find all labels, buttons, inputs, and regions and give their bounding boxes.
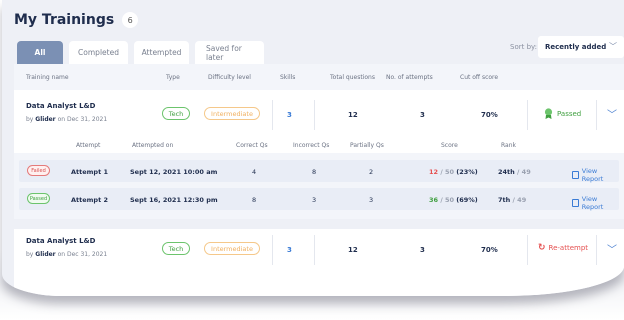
tab-attempted[interactable]: Attempted bbox=[134, 41, 189, 64]
rank: 24th / 49 bbox=[498, 168, 531, 176]
difficulty-badge: Intermediate bbox=[204, 107, 260, 120]
col-partial: Partially Qs bbox=[350, 142, 384, 149]
document-icon bbox=[572, 199, 579, 207]
status-badge: Passed bbox=[27, 193, 50, 204]
divider bbox=[272, 235, 273, 265]
attempted-on: Sept 12, 2021 10:00 am bbox=[130, 168, 218, 176]
col-skills: Skills bbox=[280, 74, 296, 81]
col-attempt: Attempt bbox=[76, 142, 101, 149]
divider bbox=[527, 235, 528, 265]
training-name: Data Analyst L&D bbox=[26, 102, 96, 110]
table-row[interactable]: Data Analyst L&D by Glider on Dec 31, 20… bbox=[14, 94, 624, 134]
tab-bar: All Completed Attempted Saved for later bbox=[17, 41, 264, 64]
col-rank: Rank bbox=[501, 142, 516, 149]
col-correct: Correct Qs bbox=[236, 142, 268, 149]
divider bbox=[272, 100, 273, 130]
sort-label: Sort by: bbox=[510, 43, 538, 51]
col-difficulty: Difficulty level bbox=[208, 74, 251, 81]
skills-count[interactable]: 3 bbox=[287, 111, 292, 119]
trainings-card: My Trainings 6 All Completed Attempted S… bbox=[2, 0, 624, 296]
attempt-label: Attempt 1 bbox=[71, 168, 108, 176]
type-badge: Tech bbox=[162, 107, 190, 120]
training-author: by Glider on Dec 31, 2021 bbox=[26, 116, 108, 123]
cutoff-score: 70% bbox=[481, 111, 498, 119]
view-report-link[interactable]: View Report bbox=[572, 167, 619, 183]
attempted-on: Sept 16, 2021 12:30 pm bbox=[130, 196, 218, 204]
table-header: Training name Type Difficulty level Skil… bbox=[14, 64, 624, 90]
total-questions: 12 bbox=[348, 246, 358, 254]
sort-dropdown[interactable]: Recently added ﹀ bbox=[538, 36, 624, 58]
incorrect-count: 8 bbox=[312, 168, 317, 176]
score: 12 / 50 (23%) bbox=[429, 168, 478, 176]
col-training-name: Training name bbox=[26, 74, 69, 81]
status-badge: Failed bbox=[27, 165, 50, 176]
chevron-down-icon[interactable]: ﹀ bbox=[607, 106, 617, 121]
attempt-label: Attempt 2 bbox=[71, 196, 108, 204]
col-attempted-on: Attempted on bbox=[132, 142, 174, 149]
correct-count: 8 bbox=[252, 196, 257, 204]
incorrect-count: 3 bbox=[312, 196, 317, 204]
medal-icon bbox=[544, 108, 553, 119]
trainings-table: Training name Type Difficulty level Skil… bbox=[14, 64, 624, 296]
type-badge: Tech bbox=[162, 242, 190, 255]
col-score: Score bbox=[441, 142, 458, 149]
chevron-down-icon: ﹀ bbox=[609, 42, 617, 51]
skills-count[interactable]: 3 bbox=[287, 246, 292, 254]
tab-all[interactable]: All bbox=[17, 41, 63, 64]
attempt-row: Passed Attempt 2 Sept 16, 2021 12:30 pm … bbox=[19, 188, 619, 211]
refresh-icon: ↻ bbox=[538, 243, 546, 253]
reattempt-label: Re-attempt bbox=[548, 244, 589, 252]
page-title: My Trainings bbox=[14, 12, 115, 28]
divider bbox=[314, 235, 315, 265]
cutoff-score: 70% bbox=[481, 246, 498, 254]
document-icon bbox=[572, 171, 579, 179]
attempt-count: 3 bbox=[420, 246, 425, 254]
chevron-down-icon[interactable]: ﹀ bbox=[607, 241, 617, 256]
page-header: My Trainings 6 bbox=[14, 9, 139, 31]
difficulty-badge: Intermediate bbox=[204, 242, 260, 255]
count-badge: 6 bbox=[122, 12, 139, 28]
view-report-link[interactable]: View Report bbox=[572, 195, 619, 211]
total-questions: 12 bbox=[348, 111, 358, 119]
partial-count: 3 bbox=[369, 196, 374, 204]
col-cutoff: Cut off score bbox=[460, 74, 499, 81]
attempts-panel: Attempt Attempted on Correct Qs Incorrec… bbox=[14, 135, 624, 219]
attempts-header: Attempt Attempted on Correct Qs Incorrec… bbox=[14, 135, 624, 153]
col-attempts: No. of attempts bbox=[386, 74, 433, 81]
row-separator bbox=[14, 219, 624, 229]
table-row[interactable]: Data Analyst L&D by Glider on Dec 31, 20… bbox=[14, 229, 624, 269]
training-name: Data Analyst L&D bbox=[26, 237, 96, 245]
sort-value: Recently added bbox=[545, 43, 607, 51]
training-author: by Glider on Dec 31, 2021 bbox=[26, 251, 108, 258]
col-type: Type bbox=[166, 74, 180, 81]
status-label: Passed bbox=[557, 109, 582, 118]
col-incorrect: Incorrect Qs bbox=[293, 142, 330, 149]
reattempt-button[interactable]: ↻ Re-attempt bbox=[538, 243, 588, 253]
rank: 7th / 49 bbox=[498, 196, 527, 204]
tab-completed[interactable]: Completed bbox=[69, 41, 128, 64]
divider bbox=[527, 100, 528, 130]
divider bbox=[596, 235, 597, 265]
status-badge: Passed bbox=[544, 108, 581, 119]
divider bbox=[596, 100, 597, 130]
partial-count: 2 bbox=[369, 168, 374, 176]
correct-count: 4 bbox=[252, 168, 257, 176]
attempt-count: 3 bbox=[420, 111, 425, 119]
attempt-row: Failed Attempt 1 Sept 12, 2021 10:00 am … bbox=[19, 160, 619, 183]
tab-saved-for-later[interactable]: Saved for later bbox=[195, 41, 264, 64]
col-total-questions: Total questions bbox=[330, 74, 375, 81]
score: 36 / 50 (69%) bbox=[429, 196, 478, 204]
divider bbox=[314, 100, 315, 130]
